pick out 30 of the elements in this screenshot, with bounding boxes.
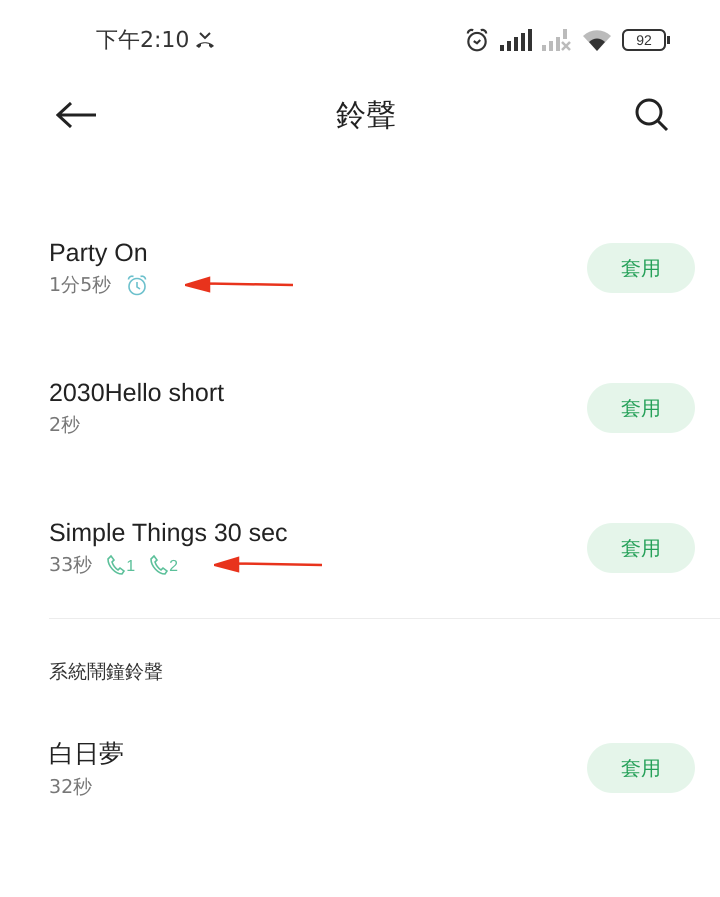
apply-button[interactable]: 套用 <box>587 523 695 573</box>
signal-icon <box>500 29 532 51</box>
apply-button[interactable]: 套用 <box>587 243 695 293</box>
ringtone-title: Party On <box>49 238 149 268</box>
ringtone-duration: 2秒 <box>49 412 80 438</box>
section-heading: 系統鬧鐘鈴聲 <box>48 660 164 685</box>
phone-icon <box>149 554 170 576</box>
page-title: 鈴聲 <box>335 96 397 134</box>
ringtone-title: 白日夢 <box>49 738 125 770</box>
wifi-icon <box>582 28 612 52</box>
apply-button[interactable]: 套用 <box>587 743 695 793</box>
back-button[interactable] <box>56 101 98 129</box>
ringtone-title: Simple Things 30 sec <box>49 518 289 548</box>
ringtone-duration: 33秒 <box>49 552 92 578</box>
phone-icon <box>106 554 126 576</box>
status-time: 下午2:10 <box>96 27 190 55</box>
alarm-clock-icon <box>125 272 150 296</box>
search-icon <box>634 97 670 133</box>
back-arrow-icon <box>56 101 98 129</box>
ringtone-title: 2030Hello short <box>49 378 226 408</box>
sim-number: 1 <box>126 558 136 576</box>
ringtone-duration: 32秒 <box>49 774 92 800</box>
battery-level: 92 <box>636 32 652 48</box>
missed-call-icon <box>195 31 216 49</box>
no-signal-icon <box>542 29 572 51</box>
apply-button[interactable]: 套用 <box>587 383 695 433</box>
search-button[interactable] <box>634 97 670 133</box>
sim-number: 2 <box>169 558 178 576</box>
alarm-clock-icon <box>464 27 490 53</box>
ringtone-duration: 1分5秒 <box>49 272 112 298</box>
